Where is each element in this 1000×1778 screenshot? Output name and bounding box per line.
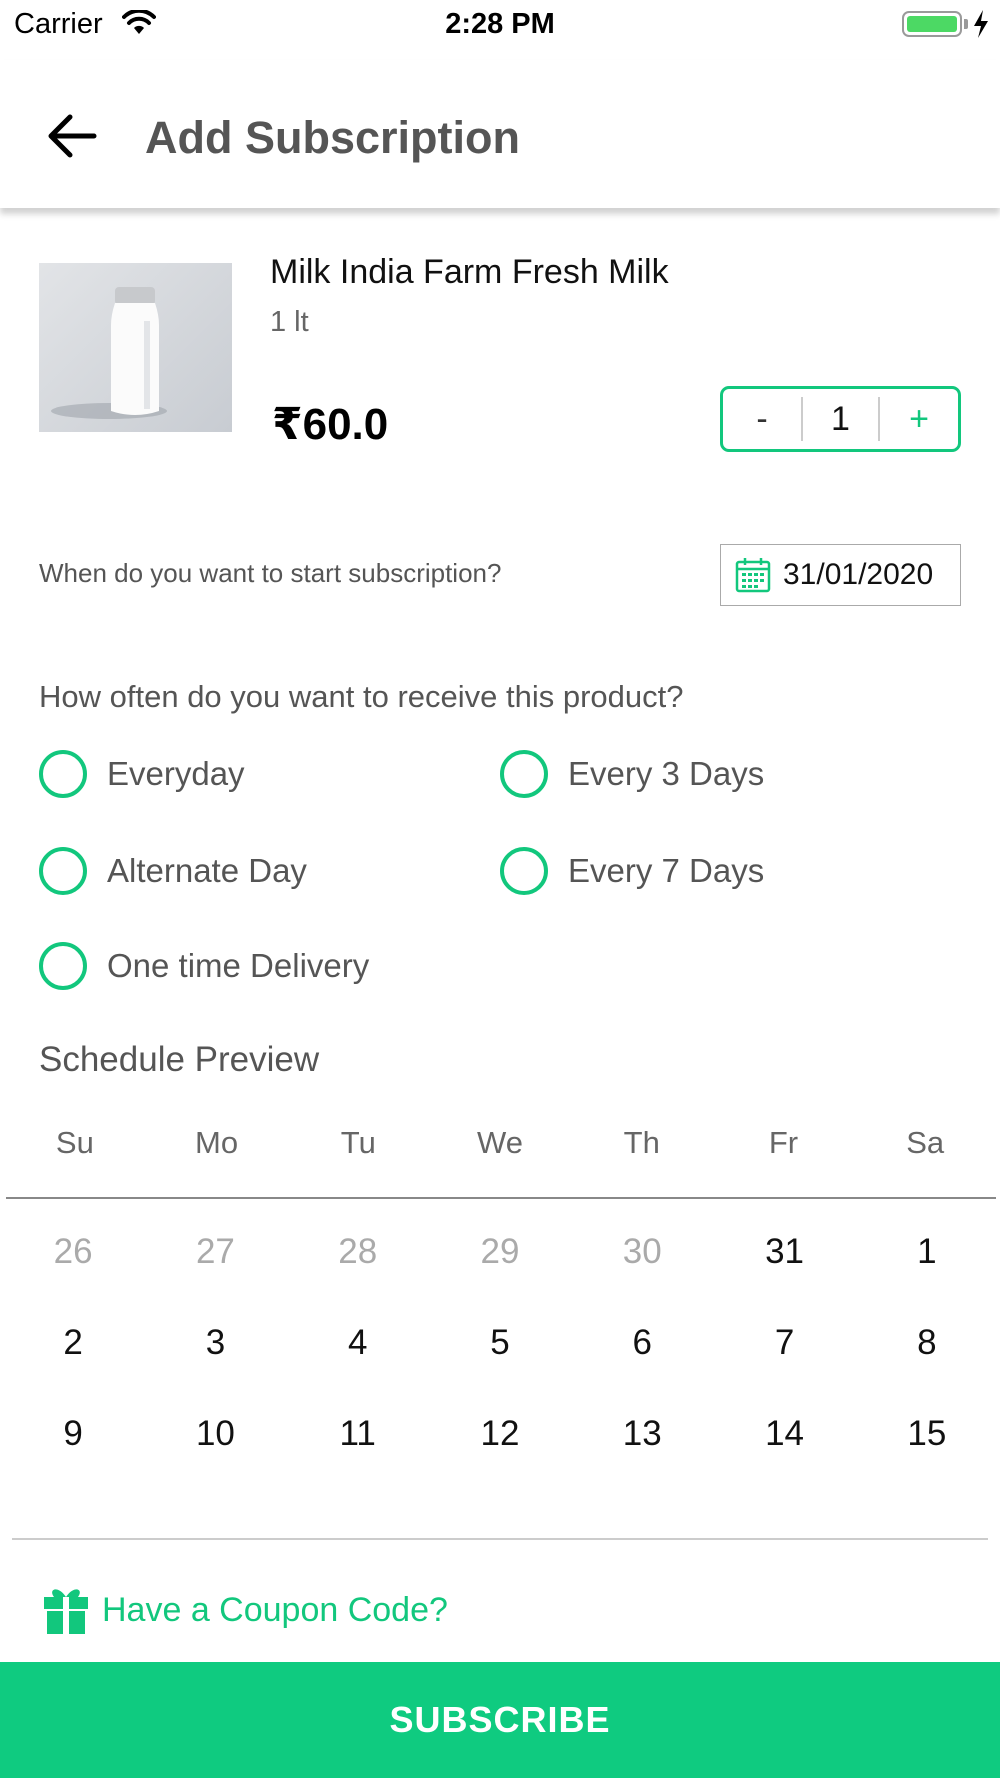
calendar-day: 26 [53, 1232, 93, 1271]
quantity-stepper: - 1 + [720, 386, 961, 452]
frequency-option-every-3-days[interactable]: Every 3 Days [500, 750, 764, 798]
weekday-label: Mo [195, 1125, 239, 1160]
weekday-label: Tu [340, 1125, 376, 1160]
product-price: ₹60.0 [272, 400, 389, 449]
calendar-day: 31 [765, 1232, 805, 1271]
weekday-label: Su [55, 1125, 94, 1160]
frequency-option-one-time-delivery[interactable]: One time Delivery [39, 942, 369, 990]
calendar-grid: 26 27 28 29 30 31 1 2 3 4 5 6 7 8 9 10 1… [2, 1232, 998, 1505]
weekday-label: Sa [906, 1125, 945, 1160]
calendar-icon [735, 558, 771, 593]
calendar-week: 9 10 11 12 13 14 15 [2, 1414, 998, 1505]
status-time: 2:28 PM [445, 8, 555, 40]
frequency-option-everyday[interactable]: Everyday [39, 750, 245, 798]
frequency-option-label: Alternate Day [107, 852, 307, 889]
quantity-value: 1 [801, 397, 880, 441]
coupon-label: Have a Coupon Code? [102, 1590, 448, 1629]
calendar-day: 30 [622, 1232, 662, 1271]
calendar-day: 11 [339, 1414, 376, 1453]
status-bar: Carrier 2:28 PM [0, 0, 1000, 50]
battery-icon [902, 11, 962, 37]
radio-button[interactable] [39, 750, 87, 798]
calendar-day: 4 [347, 1323, 368, 1362]
decrease-quantity-button[interactable]: - [723, 389, 801, 449]
calendar-day: 10 [195, 1414, 235, 1453]
calendar-day: 13 [622, 1414, 662, 1453]
weekday-label: Fr [768, 1125, 799, 1160]
weekday-label: We [477, 1125, 523, 1160]
page-title: Add Subscription [145, 112, 520, 163]
calendar-day: 6 [632, 1323, 652, 1362]
schedule-preview-title: Schedule Preview [39, 1040, 320, 1079]
frequency-option-label: One time Delivery [107, 947, 370, 984]
frequency-option-label: Everyday [107, 755, 245, 792]
product-image [39, 263, 232, 432]
start-date-label: When do you want to start subscription? [39, 558, 502, 588]
start-date-value: 31/01/2020 [783, 558, 934, 591]
calendar-day: 7 [774, 1323, 795, 1362]
calendar-day: 27 [195, 1232, 235, 1271]
calendar-divider [6, 1197, 996, 1199]
calendar-day: 2 [63, 1323, 83, 1362]
weekday-header: Su Mo Tu We Th Fr Sa [4, 1125, 996, 1161]
calendar-day: 29 [480, 1232, 520, 1271]
radio-button[interactable] [500, 847, 548, 895]
increase-quantity-button[interactable]: + [880, 389, 958, 449]
calendar-day: 14 [765, 1414, 805, 1453]
calendar-day: 1 [917, 1232, 937, 1271]
product-name: Milk India Farm Fresh Milk [270, 253, 669, 291]
calendar-day: 15 [907, 1414, 947, 1453]
calendar-day: 3 [205, 1323, 226, 1362]
calendar-day: 5 [490, 1323, 510, 1362]
radio-button[interactable] [500, 750, 548, 798]
arrow-left-icon[interactable] [46, 112, 98, 160]
frequency-option-every-7-days[interactable]: Every 7 Days [500, 847, 764, 895]
frequency-option-label: Every 3 Days [568, 755, 765, 792]
coupon-link[interactable]: Have a Coupon Code? [42, 1585, 448, 1635]
frequency-option-label: Every 7 Days [568, 852, 765, 889]
calendar-day: 8 [917, 1323, 937, 1362]
gift-icon [44, 1589, 88, 1634]
calendar-day: 9 [63, 1414, 83, 1453]
frequency-question: How often do you want to receive this pr… [39, 679, 684, 714]
start-date-picker[interactable]: 31/01/2020 [720, 544, 961, 606]
charging-bolt-icon [974, 10, 988, 38]
section-divider [12, 1538, 988, 1540]
app-header: Add Subscription [0, 60, 1000, 208]
calendar-week: 26 27 28 29 30 31 1 [2, 1232, 998, 1323]
radio-button[interactable] [39, 847, 87, 895]
calendar-day: 28 [338, 1232, 378, 1271]
frequency-option-alternate-day[interactable]: Alternate Day [39, 847, 307, 895]
calendar-week: 2 3 4 5 6 7 8 [2, 1323, 998, 1414]
battery-cap [964, 19, 968, 29]
radio-button[interactable] [39, 942, 87, 990]
subscribe-button[interactable]: SUBSCRIBE [0, 1662, 1000, 1778]
calendar-day: 12 [480, 1414, 520, 1453]
product-unit: 1 lt [270, 306, 309, 338]
weekday-label: Th [623, 1125, 660, 1160]
